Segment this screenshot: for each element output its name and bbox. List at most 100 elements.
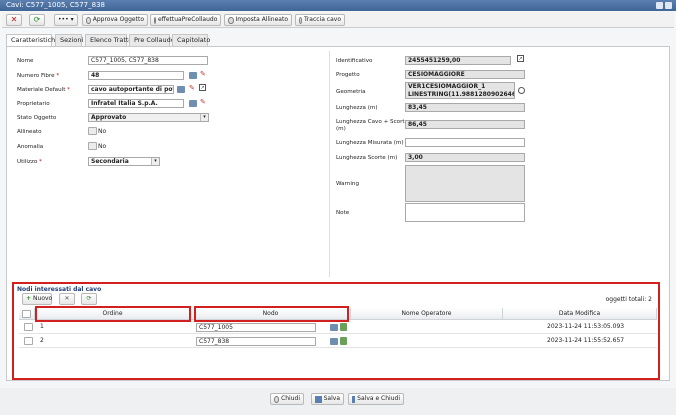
numero-fibre-field[interactable]: 48 xyxy=(88,71,184,80)
maximize-icon[interactable] xyxy=(665,2,672,9)
tab-capitolato[interactable]: Capitolato xyxy=(172,34,210,46)
traccia-cavo-label: Traccia cavo xyxy=(304,16,341,23)
edit-node-icon[interactable] xyxy=(340,337,347,345)
footer-bar: Chiudi Salva Salva e Chiudi xyxy=(0,388,676,415)
edit-node-icon[interactable] xyxy=(340,323,347,331)
geometria-line-1: VER1CESIOMAGGIOR_1 xyxy=(408,83,486,90)
gear-icon xyxy=(228,16,234,24)
nome-label: Nome xyxy=(17,58,34,64)
nodi-grid-section: Nodi interessati dal cavo + Nuovo ✕ ⟳ og… xyxy=(12,282,660,380)
effettua-precollaudo-button[interactable]: effettuaPreCollaudo xyxy=(150,14,221,26)
data-modifica-cell: 2023-11-24 11:55:52.657 xyxy=(547,337,625,344)
column-nome-operatore[interactable]: Nome Operatore xyxy=(351,308,503,320)
save-icon xyxy=(315,395,322,403)
salva-e-chiudi-button[interactable]: Salva e Chiudi xyxy=(348,393,404,405)
close-icon[interactable]: ✕ xyxy=(6,14,22,26)
nome-field[interactable]: C577_1005, C577_838 xyxy=(88,56,208,65)
lunghezza-scorte-label: Lunghezza Scorte (m) xyxy=(336,155,398,161)
proprietario-field[interactable]: Infratel Italia S.p.A. xyxy=(88,99,184,108)
lunghezza-misurata-field[interactable] xyxy=(405,138,525,147)
lunghezza-scorte-field: 3,00 xyxy=(405,153,525,162)
effettua-precollaudo-label: effettuaPreCollaudo xyxy=(158,16,218,23)
salva-button[interactable]: Salva xyxy=(311,393,344,405)
picker-icon[interactable] xyxy=(330,338,338,345)
materiale-default-field[interactable]: cavo autoportante di potenzia xyxy=(88,85,174,94)
lunghezza-cavo-scorta-field: 86,45 xyxy=(405,120,525,129)
toolbar: ✕ ⟳ ••• ▾ Approva Oggetto effettuaPreCol… xyxy=(2,12,674,28)
traccia-cavo-button[interactable]: Traccia cavo xyxy=(295,14,345,26)
ordine-cell: 1 xyxy=(40,323,44,330)
proprietario-label: Proprietario xyxy=(17,101,50,107)
table-row[interactable]: 1 C577_1005 2023-11-24 11:53:05.093 xyxy=(19,321,657,334)
select-all-checkbox[interactable] xyxy=(19,308,35,320)
progetto-field: CESIOMAGGIORE xyxy=(405,70,525,79)
lunghezza-cavo-scorta-label: Lunghezza Cavo + Scorta (m) xyxy=(336,119,409,132)
numero-fibre-label: Numero Fibre * xyxy=(17,73,60,79)
nodo-cell[interactable]: C577_838 xyxy=(196,337,316,346)
total-count: oggetti totali: 2 xyxy=(605,296,652,303)
refresh-icon[interactable]: ⟳ xyxy=(81,293,97,305)
imposta-allineato-button[interactable]: Imposta Allineato xyxy=(224,14,292,26)
minimize-icon[interactable] xyxy=(656,2,663,9)
approva-oggetto-button[interactable]: Approva Oggetto xyxy=(82,14,148,26)
note-field[interactable] xyxy=(405,203,525,222)
refresh-icon[interactable]: ⟳ xyxy=(29,14,45,26)
chevron-down-icon: ▾ xyxy=(151,158,159,165)
row-checkbox[interactable] xyxy=(24,337,33,345)
warning-label: Warning xyxy=(336,181,359,187)
window-title: Cavi: C577_1005, C577_838 xyxy=(6,1,105,9)
save-icon xyxy=(352,395,356,403)
eraser-icon[interactable]: ✎ xyxy=(200,99,207,106)
utilizzo-select[interactable]: Secondaria ▾ xyxy=(88,157,160,166)
identificativo-label: Identificativo xyxy=(336,58,373,64)
column-divider xyxy=(329,51,330,277)
stato-oggetto-select[interactable]: Approvato ▾ xyxy=(88,113,209,122)
gear-icon xyxy=(299,16,303,24)
tab-elenco-tratte[interactable]: Elenco Tratte xyxy=(85,34,132,46)
picker-icon[interactable] xyxy=(189,72,197,79)
add-icon: + xyxy=(26,295,32,302)
salva-label: Salva xyxy=(323,395,340,402)
window-title-bar: Cavi: C577_1005, C577_838 xyxy=(0,0,676,11)
stato-oggetto-value: Approvato xyxy=(91,114,127,121)
utilizzo-label: Utilizzo * xyxy=(17,159,42,165)
eraser-icon[interactable]: ✎ xyxy=(200,71,207,78)
salva-e-chiudi-label: Salva e Chiudi xyxy=(357,395,400,402)
anomalia-label: Anomalia xyxy=(17,144,44,150)
allineato-checkbox[interactable] xyxy=(88,127,97,135)
tab-sezioni[interactable]: Sezioni xyxy=(55,34,83,46)
stato-oggetto-label: Stato Oggetto xyxy=(17,115,57,121)
row-checkbox[interactable] xyxy=(24,323,33,331)
chevron-down-icon: ▾ xyxy=(200,114,208,121)
nuovo-label: Nuovo xyxy=(33,295,53,302)
locate-icon[interactable] xyxy=(518,87,525,94)
nodo-cell[interactable]: C577_1005 xyxy=(196,323,316,332)
open-link-icon[interactable]: ↗ xyxy=(517,55,524,62)
delete-icon[interactable]: ✕ xyxy=(59,293,75,305)
gear-icon xyxy=(86,16,91,24)
anomalia-checkbox[interactable] xyxy=(88,142,97,150)
open-link-icon[interactable]: ↗ xyxy=(199,84,206,91)
lunghezza-field: 83,45 xyxy=(405,103,525,112)
chevron-down-icon: ▾ xyxy=(70,16,74,23)
geometria-label: Geometria xyxy=(336,89,366,95)
ordine-cell: 2 xyxy=(40,337,44,344)
lunghezza-misurata-label: Lunghezza Misurata (m) xyxy=(336,140,404,146)
imposta-allineato-label: Imposta Allineato xyxy=(235,16,288,23)
progetto-label: Progetto xyxy=(336,72,360,78)
tab-pre-collaudo[interactable]: Pre Collaudo xyxy=(129,34,175,46)
chiudi-button[interactable]: Chiudi xyxy=(270,393,304,405)
table-row[interactable]: 2 C577_838 2023-11-24 11:55:52.657 xyxy=(19,335,657,348)
picker-icon[interactable] xyxy=(330,324,338,331)
chiudi-label: Chiudi xyxy=(281,395,300,402)
ordine-highlight xyxy=(35,306,191,322)
column-data-modifica[interactable]: Data Modifica xyxy=(503,308,657,320)
eraser-icon[interactable]: ✎ xyxy=(189,85,196,92)
picker-icon[interactable] xyxy=(177,86,185,93)
more-actions-menu[interactable]: ••• ▾ xyxy=(54,14,78,26)
anomalia-value: No xyxy=(98,143,107,150)
picker-icon[interactable] xyxy=(189,100,197,107)
nuovo-button[interactable]: + Nuovo xyxy=(22,293,52,305)
more-label: ••• xyxy=(58,16,69,23)
lunghezza-label: Lunghezza (m) xyxy=(336,105,378,111)
